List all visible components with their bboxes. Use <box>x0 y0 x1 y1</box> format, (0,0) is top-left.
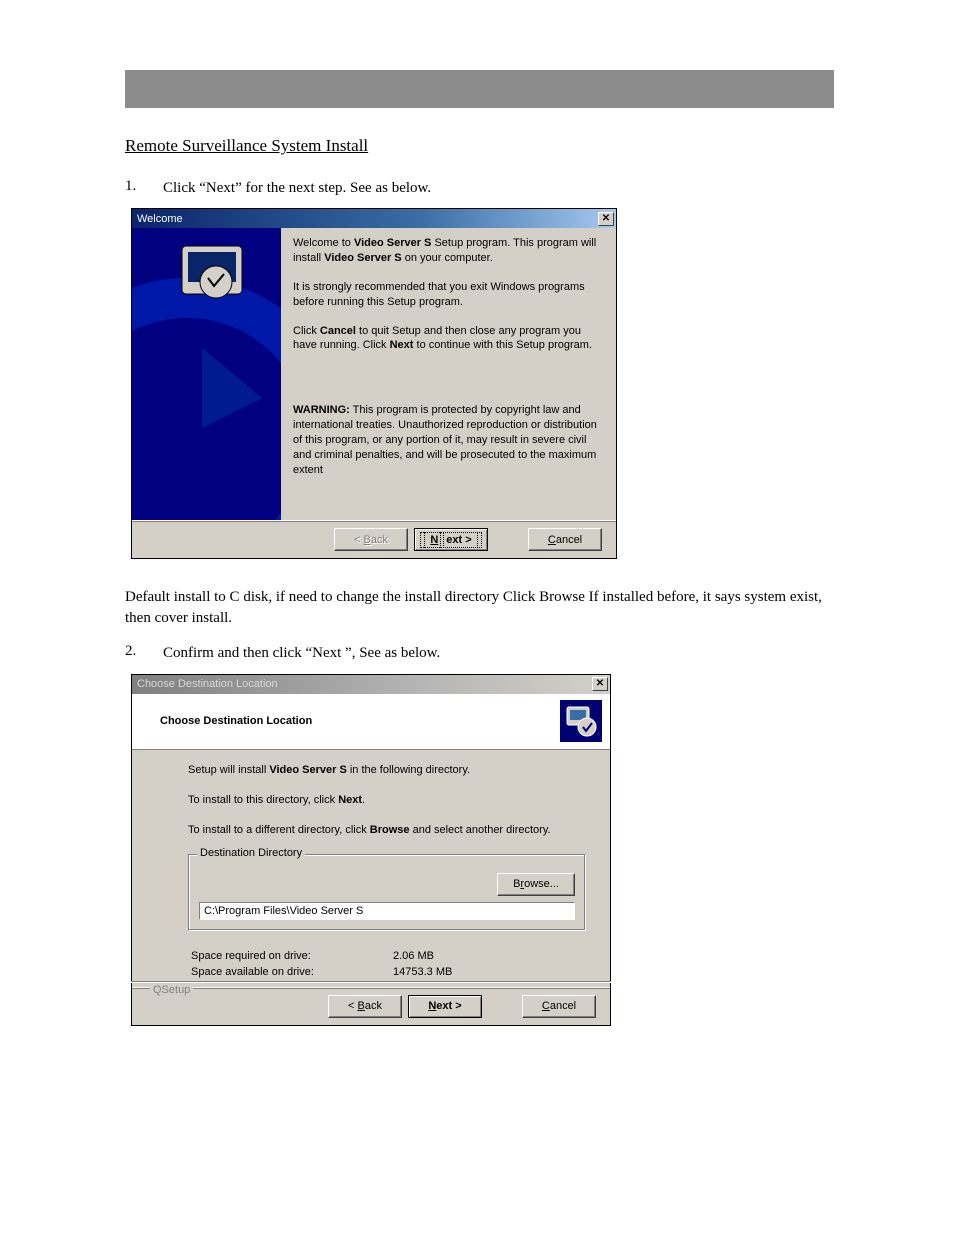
t: , See as below. <box>352 645 441 661</box>
destination-body: Setup will install Video Server S in the… <box>132 750 610 987</box>
t: Browse <box>370 824 410 836</box>
installer-icon <box>560 700 602 742</box>
qsetup-divider <box>131 981 611 991</box>
destination-titlebar: Choose Destination Location ✕ <box>132 675 610 694</box>
step-1-tail: for the next step. See as below. <box>242 180 431 196</box>
welcome-titlebar: Welcome ✕ <box>132 209 616 228</box>
step-1-text: Click “Next” for the next step. See as b… <box>163 178 834 198</box>
welcome-body-text: Welcome to Video Server S Setup program.… <box>281 228 616 520</box>
t: ack <box>371 534 388 546</box>
t: ext > <box>436 1000 461 1012</box>
back-button[interactable]: < Back <box>328 995 402 1018</box>
step-2-number: 2. <box>125 643 163 663</box>
t: in the following directory. <box>347 764 470 776</box>
t: Next <box>338 794 362 806</box>
space-available-value: 14753.3 MB <box>392 965 453 979</box>
welcome-dialog: Welcome ✕ Welc <box>131 208 617 559</box>
space-available-label: Space available on drive: <box>190 965 390 979</box>
cancel-button[interactable]: Cancel <box>522 995 596 1018</box>
destination-header-title: Choose Destination Location <box>160 715 560 727</box>
installer-side-graphic <box>132 228 281 520</box>
close-icon[interactable]: ✕ <box>598 212 614 226</box>
space-required-value: 2.06 MB <box>392 949 453 963</box>
t: owse... <box>524 878 559 890</box>
t: ack <box>365 1000 382 1012</box>
welcome-button-bar: < Back Next > Cancel <box>132 520 616 558</box>
browse-button[interactable]: Browse... <box>497 873 575 896</box>
t: Next <box>390 339 414 351</box>
close-icon[interactable]: ✕ <box>592 677 608 691</box>
back-button: < Back <box>334 528 408 551</box>
t: ext > <box>442 534 475 546</box>
t: . <box>362 794 365 806</box>
space-required-label: Space required on drive: <box>190 949 390 963</box>
t: Welcome to <box>293 237 354 249</box>
t: Cancel <box>320 325 356 337</box>
t: C <box>542 1000 550 1012</box>
t: ancel <box>556 534 582 546</box>
t: B <box>364 534 371 546</box>
step-1: 1. Click “Next” for the next step. See a… <box>125 178 834 198</box>
t: N <box>426 534 442 546</box>
group-legend: Destination Directory <box>197 847 305 859</box>
t: Video Server S <box>269 764 346 776</box>
table-row: Space required on drive: 2.06 MB <box>190 949 453 963</box>
destination-dialog: Choose Destination Location ✕ Choose Des… <box>131 674 611 1026</box>
t: To install to this directory, click <box>188 794 338 806</box>
t: on your computer. <box>402 252 493 264</box>
step-1-quote: Click “Next” <box>163 180 242 196</box>
step-1-number: 1. <box>125 178 163 198</box>
warning-label: WARNING: <box>293 404 350 416</box>
t: Confirm and then click “Next ” <box>163 645 352 661</box>
cancel-button[interactable]: Cancel <box>528 528 602 551</box>
t: and select another directory. <box>410 824 551 836</box>
t: Setup will install <box>188 764 269 776</box>
qsetup-label: QSetup <box>150 984 193 996</box>
destination-title: Choose Destination Location <box>137 678 592 690</box>
t: Click <box>293 325 320 337</box>
destination-button-bar: < Back Next > Cancel <box>132 987 610 1025</box>
t: to continue with this Setup program. <box>413 339 592 351</box>
t: B <box>358 1000 365 1012</box>
gray-header-bar <box>125 70 834 108</box>
section-title: Remote Surveillance System Install <box>125 136 834 156</box>
next-button[interactable]: Next > <box>408 995 482 1018</box>
t: C <box>548 534 556 546</box>
destination-directory-group: Destination Directory Browse... C:\Progr… <box>188 854 586 931</box>
disk-space-table: Space required on drive: 2.06 MB Space a… <box>188 947 455 981</box>
t: < <box>354 534 363 546</box>
step-2: 2. Confirm and then click “Next ”, See a… <box>125 643 834 663</box>
mid-paragraph: Default install to C disk, if need to ch… <box>125 587 834 629</box>
table-row: Space available on drive: 14753.3 MB <box>190 965 453 979</box>
t: ancel <box>550 1000 576 1012</box>
destination-header: Choose Destination Location <box>132 694 610 750</box>
welcome-p2: It is strongly recommended that you exit… <box>293 280 604 310</box>
step-2-text: Confirm and then click “Next ”, See as b… <box>163 643 834 663</box>
welcome-title: Welcome <box>137 213 598 225</box>
next-button[interactable]: Next > <box>414 528 488 551</box>
t: Video Server S <box>354 237 431 249</box>
install-path-field[interactable]: C:\Program Files\Video Server S <box>199 902 575 920</box>
t: < <box>348 1000 357 1012</box>
t: To install to a different directory, cli… <box>188 824 370 836</box>
t: Video Server S <box>324 252 401 264</box>
